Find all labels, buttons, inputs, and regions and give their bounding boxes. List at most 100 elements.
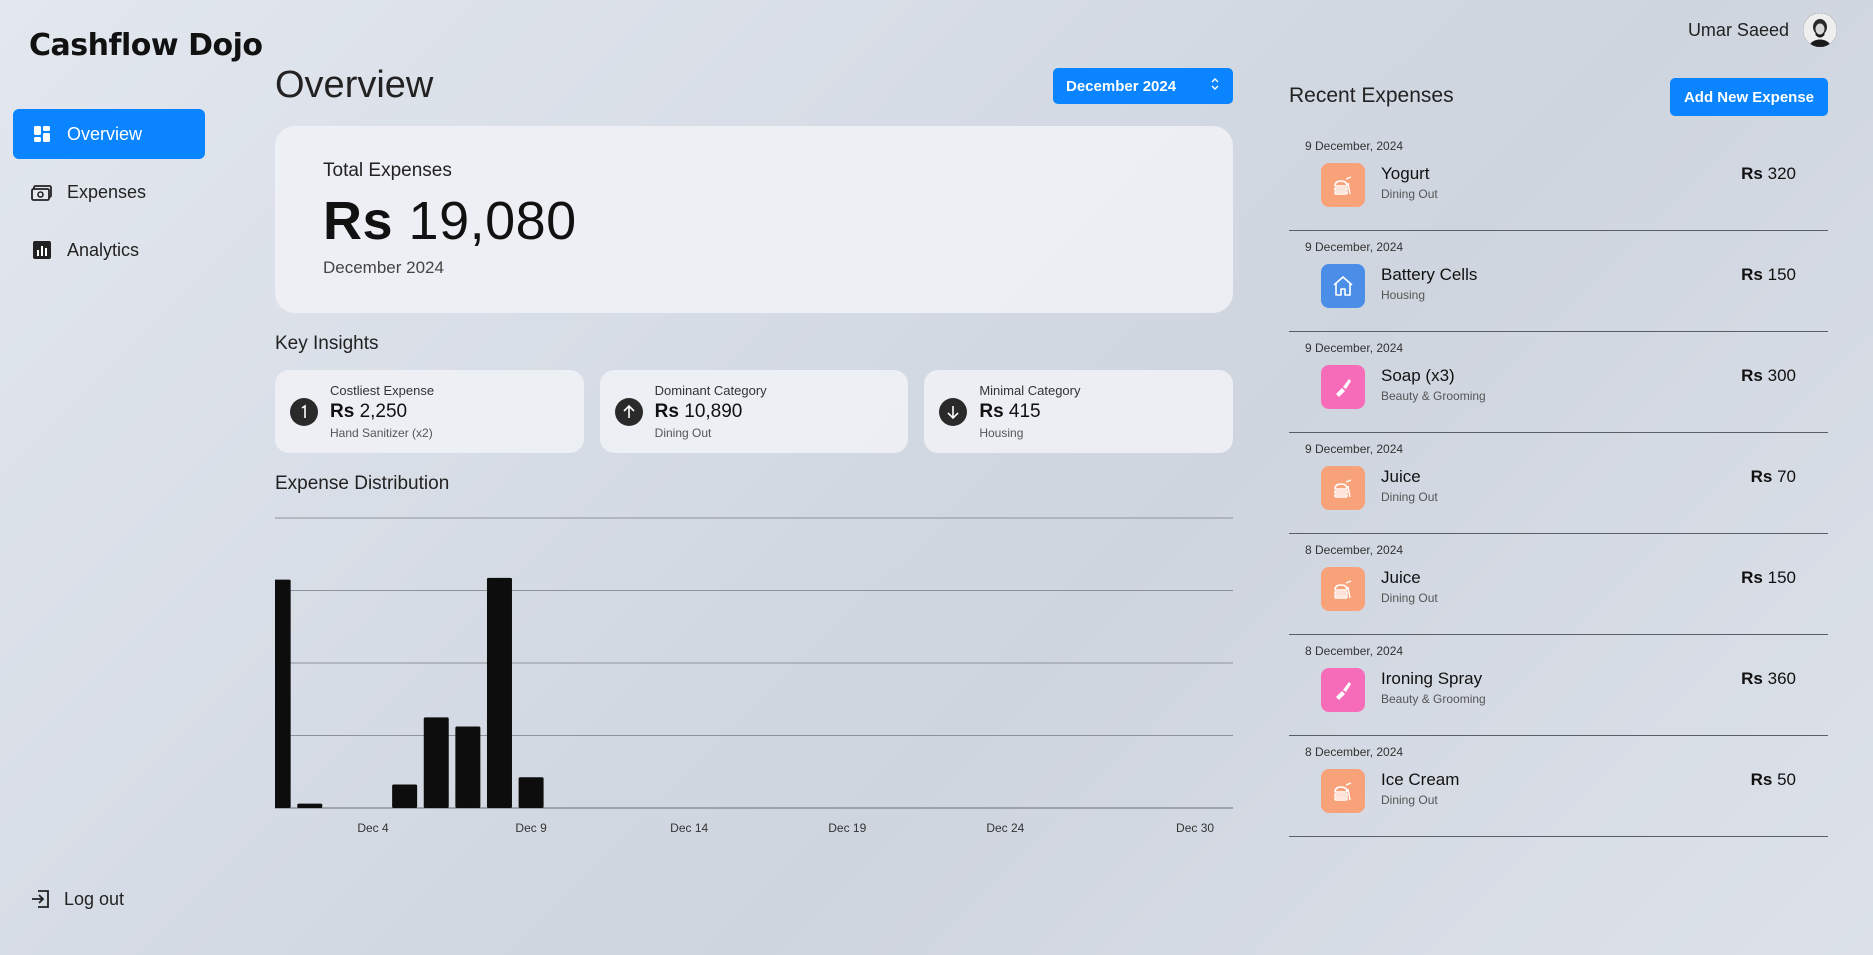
expense-category: Dining Out xyxy=(1381,187,1438,201)
logout-button[interactable]: Log out xyxy=(30,888,124,910)
expense-category: Beauty & Grooming xyxy=(1381,389,1486,403)
fastfood-icon xyxy=(1321,567,1365,611)
expense-date: 9 December, 2024 xyxy=(1305,341,1404,355)
expense-amount: Rs 70 xyxy=(1751,467,1796,487)
dashboard-icon xyxy=(31,123,53,145)
expense-row[interactable]: 9 December, 2024 Yogurt Dining Out Rs 320 xyxy=(1289,130,1828,231)
expense-row[interactable]: 8 December, 2024 Juice Dining Out Rs 150 xyxy=(1289,534,1828,635)
insight-minimal-category: Minimal Category Rs 415 Housing xyxy=(924,370,1234,453)
exclamation-icon xyxy=(290,397,318,426)
currency-label: Rs xyxy=(979,401,1004,422)
chevron-updown-icon xyxy=(1211,77,1219,91)
fastfood-icon xyxy=(1321,163,1365,207)
expense-category: Beauty & Grooming xyxy=(1381,692,1486,706)
insight-label: Costliest Expense xyxy=(330,383,435,398)
expense-category: Dining Out xyxy=(1381,793,1438,807)
expense-amount: Rs 150 xyxy=(1741,568,1796,588)
chart-bar[interactable] xyxy=(392,784,418,808)
expense-title: Soap (x3) xyxy=(1381,366,1455,385)
sidebar-item-label: Overview xyxy=(67,123,143,144)
month-select-value: December 2024 xyxy=(1066,77,1177,95)
expense-amount: Rs 360 xyxy=(1741,669,1796,689)
insight-detail: Dining Out xyxy=(654,426,712,440)
expense-date: 9 December, 2024 xyxy=(1305,240,1404,254)
insight-value: Rs 10,890 xyxy=(655,401,767,423)
key-insights: Costliest Expense Rs 2,250 Hand Sanitize… xyxy=(275,370,1234,453)
expense-amount-value: 50 xyxy=(1777,770,1796,789)
money-icon xyxy=(31,181,53,203)
currency-label: Rs xyxy=(654,401,679,422)
logout-label: Log out xyxy=(64,888,125,909)
chart-x-tick-label: Dec 9 xyxy=(515,821,547,835)
expense-row[interactable]: 8 December, 2024 Ice Cream Dining Out Rs 50 xyxy=(1289,736,1828,837)
expense-row[interactable]: 8 December, 2024 Ironing Spray Beauty & Gr… xyxy=(1289,635,1828,736)
expense-date: 8 December, 2024 xyxy=(1305,644,1404,658)
insight-amount: 2,250 xyxy=(359,401,408,422)
app-logo: Cashflow Dojo xyxy=(29,28,263,63)
expense-amount: Rs 50 xyxy=(1751,770,1796,790)
chart-x-tick-label: Dec 24 xyxy=(986,821,1024,835)
expense-distribution-title: Expense Distribution xyxy=(275,473,450,494)
chart-bar[interactable] xyxy=(455,726,481,808)
chart-x-tick-label: Dec 4 xyxy=(357,821,389,835)
currency-label: Rs xyxy=(1741,568,1763,587)
user-menu[interactable]: Umar Saeed xyxy=(1688,13,1837,47)
lipstick-icon xyxy=(1321,668,1365,712)
total-expenses-card: Total Expenses Rs 19,080 December 2024 xyxy=(275,126,1233,313)
insight-detail: Hand Sanitizer (x2) xyxy=(330,426,433,440)
sidebar-item-overview[interactable]: Overview xyxy=(13,109,205,159)
expense-title: Yogurt xyxy=(1381,164,1430,183)
page-title: Overview xyxy=(275,64,434,106)
total-expenses-label: Total Expenses xyxy=(323,160,452,181)
expense-title: Ice Cream xyxy=(1381,770,1460,789)
expense-date: 9 December, 2024 xyxy=(1305,442,1404,456)
key-insights-title: Key Insights xyxy=(275,333,379,354)
recent-expenses-title: Recent Expenses xyxy=(1289,84,1454,107)
chart-x-tick-label: Dec 14 xyxy=(670,821,708,835)
sidebar-item-analytics[interactable]: Analytics xyxy=(13,225,205,275)
home-icon xyxy=(1321,264,1365,308)
lipstick-icon xyxy=(1321,365,1365,409)
insight-value: Rs 415 xyxy=(979,401,1080,423)
avatar[interactable] xyxy=(1803,13,1837,47)
insight-amount: 415 xyxy=(1008,401,1041,422)
currency-label: Rs xyxy=(1741,366,1763,385)
insight-amount: 10,890 xyxy=(684,401,743,422)
bar-chart-icon xyxy=(31,239,53,261)
insight-costliest-expense: Costliest Expense Rs 2,250 Hand Sanitize… xyxy=(275,370,584,453)
recent-expenses-list: 9 December, 2024 Yogurt Dining Out Rs 320 9 … xyxy=(1289,130,1828,837)
expense-row[interactable]: 9 December, 2024 Soap (x3) Beauty & Groomi… xyxy=(1289,332,1828,433)
currency-label: Rs xyxy=(1750,770,1773,789)
chart-bar[interactable] xyxy=(518,777,544,808)
expense-row[interactable]: 9 December, 2024 Battery Cells Housing Rs 1… xyxy=(1289,231,1828,332)
add-new-expense-button[interactable]: Add New Expense xyxy=(1670,78,1828,116)
chart-bar[interactable] xyxy=(297,803,323,808)
expense-amount-value: 320 xyxy=(1767,164,1796,183)
insight-detail: Housing xyxy=(979,426,1024,440)
month-select[interactable]: December 2024 xyxy=(1053,68,1233,104)
chart-bar[interactable] xyxy=(486,577,512,808)
expense-row[interactable]: 9 December, 2024 Juice Dining Out Rs 70 xyxy=(1289,433,1828,534)
logout-icon xyxy=(30,888,52,910)
expense-amount: Rs 150 xyxy=(1741,265,1796,285)
insight-value: Rs 2,250 xyxy=(330,401,434,423)
expense-title: Juice xyxy=(1381,568,1421,587)
expense-amount: Rs 320 xyxy=(1741,164,1796,184)
chart-bar[interactable] xyxy=(275,579,291,808)
expense-amount-value: 150 xyxy=(1767,568,1796,587)
expense-amount-value: 70 xyxy=(1777,467,1796,486)
fastfood-icon xyxy=(1321,466,1365,510)
chart-x-tick-label: Dec 19 xyxy=(828,821,866,835)
expense-title: Ironing Spray xyxy=(1381,669,1483,688)
user-name: Umar Saeed xyxy=(1687,19,1789,40)
currency-label: Rs xyxy=(330,401,355,422)
currency-label: Rs xyxy=(323,191,394,251)
expense-category: Dining Out xyxy=(1381,591,1438,605)
expense-amount-value: 150 xyxy=(1767,265,1796,284)
fastfood-icon xyxy=(1321,769,1365,813)
total-expenses-amount: Rs 19,080 xyxy=(323,190,1185,252)
chart-bar[interactable] xyxy=(423,717,449,808)
insight-label: Minimal Category xyxy=(979,383,1081,398)
sidebar-item-expenses[interactable]: Expenses xyxy=(13,167,205,217)
expense-amount-value: 360 xyxy=(1767,669,1796,688)
